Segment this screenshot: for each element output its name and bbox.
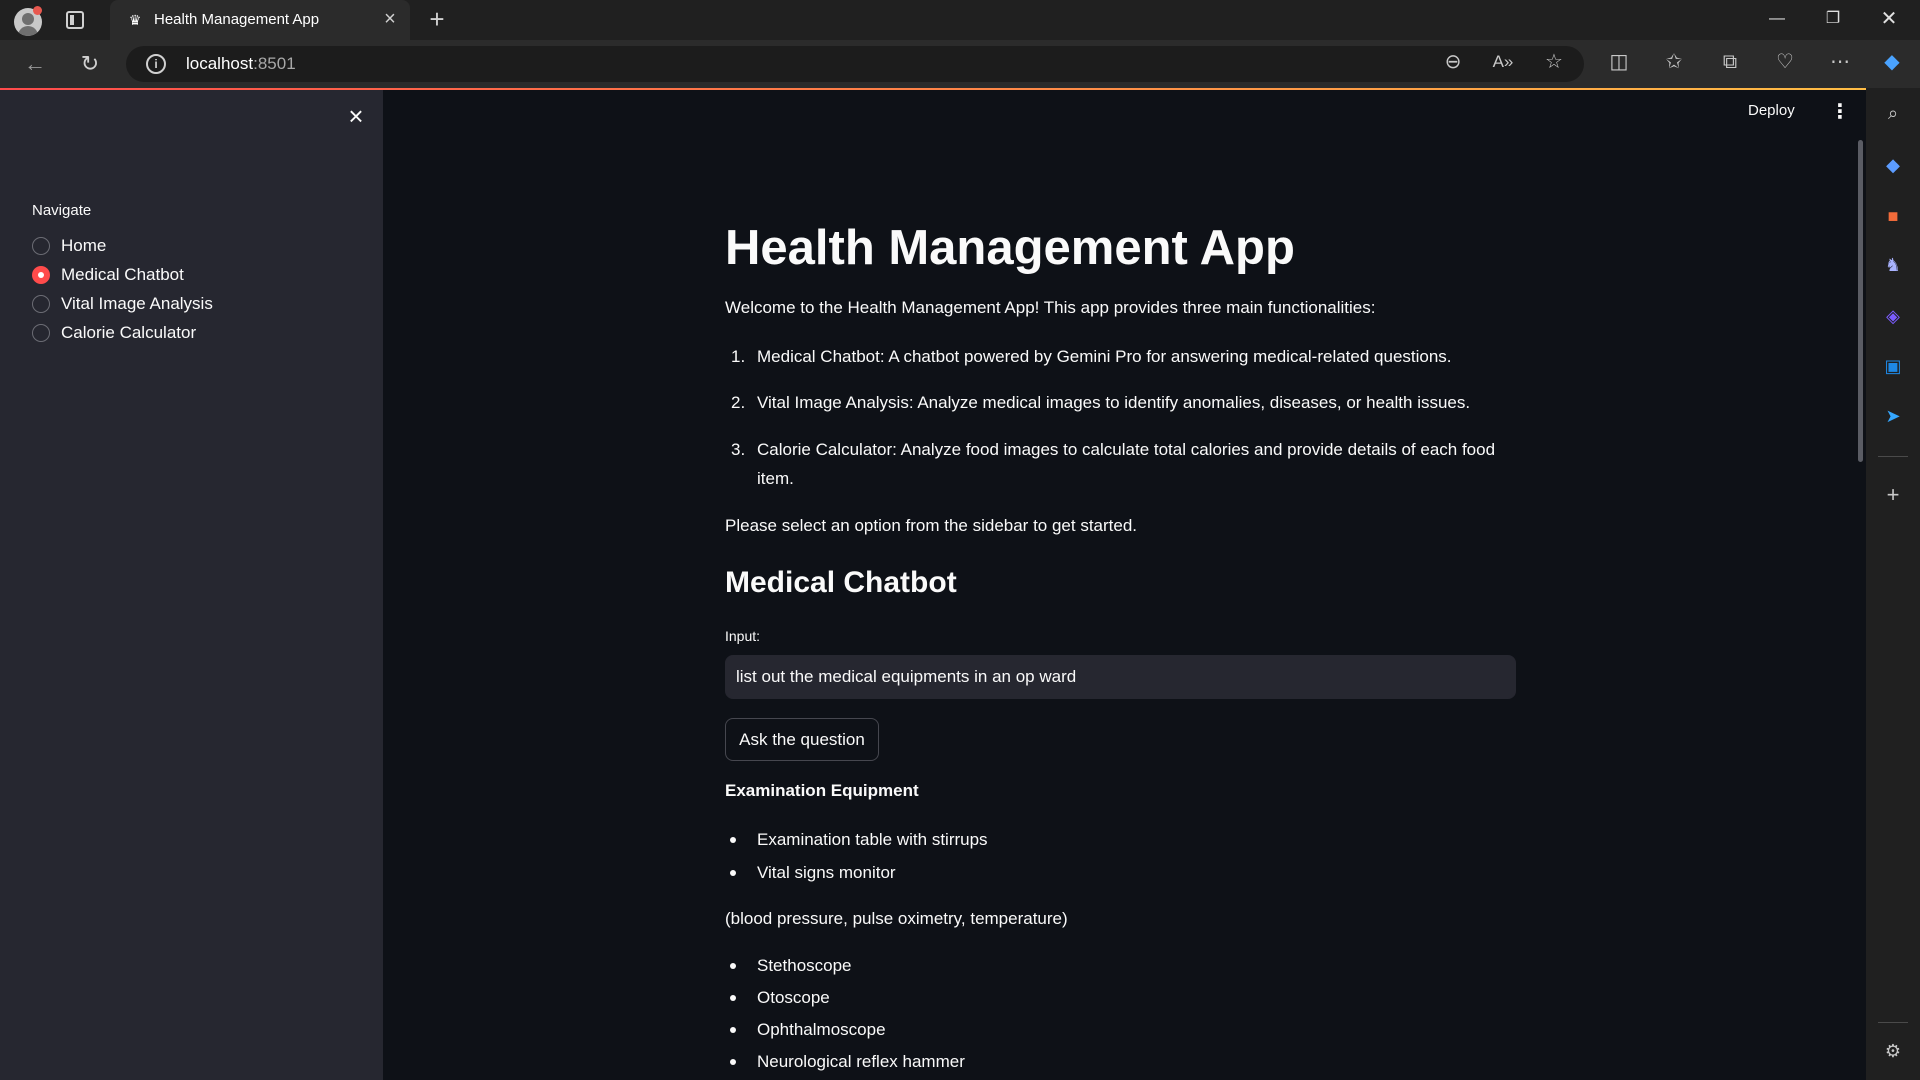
url-text: localhost:8501 [186,54,296,73]
main-menu-icon[interactable]: ⋮ [1830,100,1850,124]
split-screen-icon[interactable]: ◫ [1606,49,1632,75]
radio-circle-icon [32,295,50,313]
ask-question-button[interactable]: Ask the question [725,718,879,761]
collections-icon[interactable]: ⧉ [1717,49,1743,75]
favorite-star-icon[interactable]: ☆ [1541,49,1567,75]
settings-more-icon[interactable]: ⋯ [1827,49,1853,75]
app-sidebar: × Navigate Home Medical Chatbot Vital Im… [0,90,383,1080]
site-info-icon[interactable]: i [146,54,166,74]
new-tab-icon[interactable]: + [424,6,450,32]
shopping-tag-icon[interactable]: ◆ [1880,152,1906,178]
tab-close-icon[interactable]: × [380,9,400,29]
minimize-icon[interactable]: — [1754,6,1800,32]
search-icon[interactable]: ⌕ [1880,100,1906,126]
edge-sidebar-divider [1878,456,1908,457]
edge-sidebar: ⌕ ◆ ■ ♞ ◈ ▣ ➤ + ⚙ [1866,88,1920,1080]
radio-option-calorie-calculator[interactable]: Calorie Calculator [32,321,196,345]
tab-title: Health Management App [154,11,320,28]
tools-briefcase-icon[interactable]: ■ [1880,203,1906,229]
zoom-out-icon[interactable]: ⊖ [1440,49,1466,75]
back-arrow-icon[interactable]: ← [22,51,48,77]
close-window-icon[interactable]: ✕ [1866,6,1912,32]
browser-titlebar: ♛ Health Management App × + — ❐ ✕ [0,0,1920,40]
edge-sidebar-divider [1878,1022,1908,1023]
browser-toolbar: ← ↻ i localhost:8501 ⊖ A» ☆ ◫ ✩ ⧉ ♡ ⋯ ◆ [0,40,1920,88]
streamlit-crown-icon: ♛ [128,12,142,28]
select-prompt-text: Please select an option from the sidebar… [725,516,1138,535]
radio-option-home[interactable]: Home [32,234,106,258]
radio-option-vital-image-analysis[interactable]: Vital Image Analysis [32,292,213,316]
refresh-icon[interactable]: ↻ [77,51,103,77]
copilot-icon[interactable]: ◆ [1879,49,1905,75]
favorites-list-icon[interactable]: ✩ [1661,49,1687,75]
main-content: Health Management App Welcome to the Hea… [725,88,1520,1080]
copilot-sidebar-icon[interactable]: ◈ [1880,303,1906,329]
section-title: Medical Chatbot [725,566,957,599]
browser-tab[interactable]: ♛ Health Management App × [110,0,410,40]
tab-actions-icon[interactable] [66,11,84,29]
read-aloud-icon[interactable]: A» [1490,49,1516,75]
answer-heading: Examination Equipment [725,781,919,800]
notification-dot-icon [33,6,42,15]
intro-text: Welcome to the Health Management App! Th… [725,298,1376,317]
outlook-icon[interactable]: ▣ [1880,353,1906,379]
add-sidebar-app-icon[interactable]: + [1880,482,1906,508]
input-label: Input: [725,628,761,644]
sidebar-settings-gear-icon[interactable]: ⚙ [1880,1038,1906,1064]
page-title: Health Management App [725,221,1295,275]
browser-essentials-icon[interactable]: ♡ [1772,49,1798,75]
radio-selected-icon [32,266,50,284]
radio-circle-icon [32,237,50,255]
question-input[interactable]: list out the medical equipments in an op… [725,655,1516,699]
page-scrollbar[interactable] [1858,140,1863,462]
telegram-send-icon[interactable]: ➤ [1880,403,1906,429]
streamlit-app: × Navigate Home Medical Chatbot Vital Im… [0,88,1866,1080]
navigate-label: Navigate [32,202,92,219]
sidebar-close-icon[interactable]: × [344,103,368,129]
radio-circle-icon [32,324,50,342]
restore-icon[interactable]: ❐ [1810,6,1856,32]
deploy-button[interactable]: Deploy [1748,102,1795,119]
address-bar[interactable]: i localhost:8501 [126,46,1584,82]
radio-option-medical-chatbot[interactable]: Medical Chatbot [32,263,184,287]
answer-note: (blood pressure, pulse oximetry, tempera… [725,909,1068,928]
games-chess-icon[interactable]: ♞ [1880,252,1906,278]
